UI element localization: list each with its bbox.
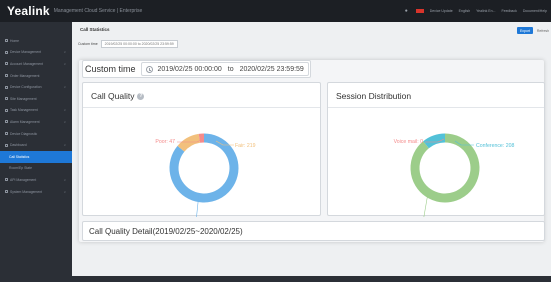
chevron-down-icon: ∨ bbox=[63, 189, 66, 194]
sidebar-item[interactable]: Room/Ep State bbox=[0, 163, 72, 175]
menu-icon bbox=[5, 50, 8, 54]
sidebar-item-label: Order Management bbox=[10, 73, 40, 78]
chevron-down-icon: ∨ bbox=[63, 61, 66, 66]
data-label: Voice mail: 0 bbox=[394, 139, 424, 145]
clock-icon bbox=[145, 65, 153, 73]
menu-icon bbox=[5, 74, 8, 78]
top-bar: Yealink Management Cloud Service | Enter… bbox=[0, 0, 551, 22]
sidebar-item[interactable]: Site Management bbox=[0, 93, 72, 105]
app-root: Yealink Management Cloud Service | Enter… bbox=[0, 0, 551, 282]
chevron-down-icon: ∨ bbox=[63, 143, 66, 148]
call-quality-donut-chart: Good: 1643Fair: 219Poor: 47 bbox=[155, 133, 256, 217]
refresh-button[interactable]: Refresh bbox=[535, 27, 551, 34]
page-title: Call Statistics bbox=[80, 27, 110, 32]
sidebar-item-label: Site Management bbox=[10, 96, 37, 101]
call-quality-card: Call Quality ? Good: 1643Fair: 219Poor: … bbox=[82, 82, 321, 217]
sidebar-item-label: Alarm Management bbox=[10, 119, 40, 124]
chevron-down-icon: ∨ bbox=[63, 85, 66, 90]
sidebar-item-label: System Management bbox=[10, 189, 43, 194]
chevron-down-icon: ∨ bbox=[63, 50, 66, 55]
chevron-down-icon: ∨ bbox=[63, 177, 66, 182]
data-label: Poor: 47 bbox=[155, 139, 175, 145]
sidebar-item-label: Room/Ep State bbox=[9, 166, 32, 171]
sidebar-item[interactable]: Device Configuration ∨ bbox=[0, 81, 72, 93]
menu-icon bbox=[5, 97, 8, 101]
account-menu[interactable]: Yealink En... bbox=[476, 9, 495, 13]
sidebar-item-label: API Management bbox=[10, 177, 37, 182]
sidebar-item[interactable]: Dashboard ∨ bbox=[0, 139, 72, 151]
menu-icon bbox=[5, 190, 8, 194]
menu-icon bbox=[5, 85, 8, 89]
menu-icon bbox=[5, 108, 8, 112]
alert-flag-icon[interactable] bbox=[415, 9, 424, 13]
statistics-popup: Custom time 2019/02/25 00:00:00 to 2020/… bbox=[79, 60, 545, 242]
menu-icon bbox=[5, 39, 8, 43]
sidebar-item[interactable]: API Management ∨ bbox=[0, 174, 72, 186]
background-time-label: Custom time bbox=[78, 42, 98, 46]
start-date: 2019/02/25 00:00:00 bbox=[157, 65, 222, 73]
menu-icon bbox=[5, 62, 8, 66]
background-time-range[interactable]: 2019/02/25 00:00:00 to 2020/02/25 23:59:… bbox=[100, 40, 178, 48]
end-date: 2020/02/25 23:59:59 bbox=[239, 65, 304, 73]
sidebar-item-label: Device Configuration bbox=[10, 85, 42, 90]
brand-logo[interactable]: Yealink bbox=[7, 4, 50, 18]
export-button[interactable]: Export bbox=[517, 27, 533, 34]
chevron-down-icon: ∨ bbox=[63, 108, 66, 113]
sidebar: Home Device Management ∨ Account Management… bbox=[0, 22, 72, 282]
help-link[interactable]: Document/Help bbox=[523, 9, 547, 13]
sidebar-item[interactable]: Alarm Management ∨ bbox=[0, 116, 72, 128]
call-quality-detail-panel[interactable]: Call Quality Detail(2019/02/25~2020/02/2… bbox=[82, 221, 545, 241]
sidebar-item[interactable]: Call Statistics bbox=[0, 150, 72, 163]
menu-icon bbox=[5, 120, 8, 124]
menu-icon bbox=[5, 178, 8, 182]
donut-slice-conference[interactable] bbox=[423, 133, 446, 149]
data-label: Conference: 208 bbox=[476, 143, 514, 149]
sidebar-item-label: Task Management bbox=[10, 108, 38, 113]
top-bar-actions: ● Device Update English Yealink En... Fe… bbox=[405, 0, 547, 22]
bottom-strip bbox=[0, 276, 551, 282]
sidebar-item-label: Home bbox=[10, 38, 20, 43]
custom-time-filter: Custom time 2019/02/25 00:00:00 to 2020/… bbox=[82, 60, 311, 78]
donut-slice-fair[interactable] bbox=[177, 133, 201, 152]
session-distribution-donut-chart: P2P: 1701Conference: 208Voice mail: 0 bbox=[394, 133, 514, 217]
menu-icon bbox=[5, 132, 8, 136]
feedback-link[interactable]: Feedback bbox=[502, 9, 517, 13]
date-range-picker[interactable]: 2019/02/25 00:00:00 to 2020/02/25 23:59:… bbox=[140, 62, 309, 76]
sidebar-item-label: Account Management bbox=[10, 61, 43, 66]
session-distribution-card: Session Distribution P2P: 1701Conference… bbox=[327, 82, 545, 217]
sidebar-item[interactable]: Device Management ∨ bbox=[0, 47, 72, 59]
custom-time-label: Custom time bbox=[85, 64, 136, 74]
product-subtitle: Management Cloud Service | Enterprise bbox=[53, 8, 143, 14]
date-range-separator: to bbox=[227, 65, 234, 73]
chevron-down-icon: ∨ bbox=[63, 119, 66, 124]
menu-icon bbox=[5, 143, 8, 147]
sidebar-item[interactable]: Device Diagnostic bbox=[0, 128, 72, 140]
sidebar-item-label: Call Statistics bbox=[9, 154, 30, 159]
donut-slice-p2p[interactable] bbox=[410, 133, 480, 203]
bell-icon[interactable]: ● bbox=[405, 8, 410, 14]
sidebar-item-label: Device Management bbox=[10, 50, 42, 55]
call-quality-detail-title: Call Quality Detail(2019/02/25~2020/02/2… bbox=[89, 226, 243, 236]
language-select[interactable]: English bbox=[459, 9, 470, 13]
sidebar-item[interactable]: Account Management ∨ bbox=[0, 58, 72, 70]
sidebar-item[interactable]: Task Management ∨ bbox=[0, 105, 72, 117]
sidebar-item[interactable]: Order Management bbox=[0, 70, 72, 82]
sidebar-item-label: Device Diagnostic bbox=[10, 131, 38, 136]
sidebar-item[interactable]: System Management ∨ bbox=[0, 186, 72, 198]
data-label: Fair: 219 bbox=[235, 143, 256, 149]
sidebar-item[interactable]: Home bbox=[0, 35, 72, 47]
sidebar-item-label: Dashboard bbox=[10, 143, 27, 148]
background-time-filter: Custom time 2019/02/25 00:00:00 to 2020/… bbox=[78, 40, 178, 48]
device-update-link[interactable]: Device Update bbox=[430, 9, 453, 13]
